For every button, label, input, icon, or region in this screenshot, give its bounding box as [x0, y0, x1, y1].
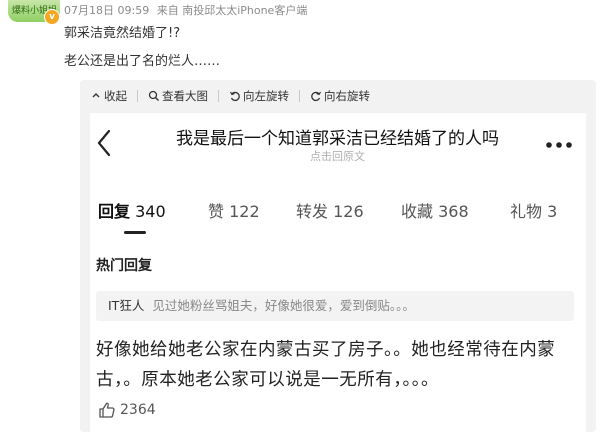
hot-replies-heading: 热门回复 — [96, 258, 152, 274]
rotate-right-icon — [311, 91, 322, 102]
collapse-button[interactable]: 收起 — [90, 88, 127, 104]
image-card: 收起 查看大图 向左旋转 向右旋转 我是最后一个知道郭采洁已经结婚了的人吗 点击… — [80, 80, 596, 432]
image-toolbar: 收起 查看大图 向左旋转 向右旋转 — [90, 86, 380, 106]
rotate-left-button[interactable]: 向左旋转 — [229, 88, 289, 104]
quote-username: IT狂人 — [108, 298, 145, 313]
tab-favorites: 收藏 368 — [401, 202, 469, 221]
post-meta: 07月18日 09:59 来自 南投邱太太iPhone客户端 — [64, 2, 311, 18]
view-large-button[interactable]: 查看大图 — [148, 88, 208, 104]
quote-text: 见过她粉丝骂姐夫，好像她很爱，爱到倒贴。。。 — [152, 298, 415, 313]
active-tab-indicator — [124, 231, 146, 234]
post-text-line-2: 老公还是出了名的烂人…… — [64, 54, 221, 69]
tab-gifts: 礼物 3 — [510, 202, 558, 221]
thumbs-up-icon — [99, 402, 115, 418]
screenshot-title: 我是最后一个知道郭采洁已经结婚了的人吗 — [176, 129, 499, 149]
post-image[interactable]: 我是最后一个知道郭采洁已经结婚了的人吗 点击回原文 回复 340 赞 122 转… — [90, 113, 586, 432]
toolbar-divider — [137, 90, 138, 102]
quoted-comment: IT狂人 见过她粉丝骂姐夫，好像她很爱，爱到倒贴。。。 — [96, 291, 574, 321]
verified-badge: v — [44, 9, 60, 25]
tab-reposts: 转发 126 — [296, 202, 364, 221]
screenshot-subtitle: 点击回原文 — [310, 150, 365, 163]
post-date[interactable]: 07月18日 09:59 — [64, 4, 149, 17]
tab-replies: 回复 340 — [98, 202, 166, 221]
tab-bar: 回复 340 赞 122 转发 126 收藏 368 礼物 3 — [98, 198, 578, 228]
like-count: 2364 — [98, 401, 156, 419]
search-icon — [148, 90, 159, 101]
tab-likes: 赞 122 — [208, 202, 260, 221]
more-icon — [546, 142, 572, 148]
rotate-right-button[interactable]: 向右旋转 — [310, 88, 370, 104]
back-icon — [97, 129, 111, 157]
collapse-icon — [92, 93, 100, 98]
toolbar-divider — [299, 90, 300, 102]
rotate-left-icon — [229, 91, 240, 102]
reply-text: 好像她给她老公家在内蒙古买了房子。。她也经常待在内蒙古，。原本她老公家可以说是一… — [96, 340, 556, 390]
post-source: 来自 南投邱太太iPhone客户端 — [156, 4, 308, 17]
toolbar-divider — [218, 90, 219, 102]
post-text-line-1: 郭采洁竟然结婚了!? — [64, 26, 181, 41]
